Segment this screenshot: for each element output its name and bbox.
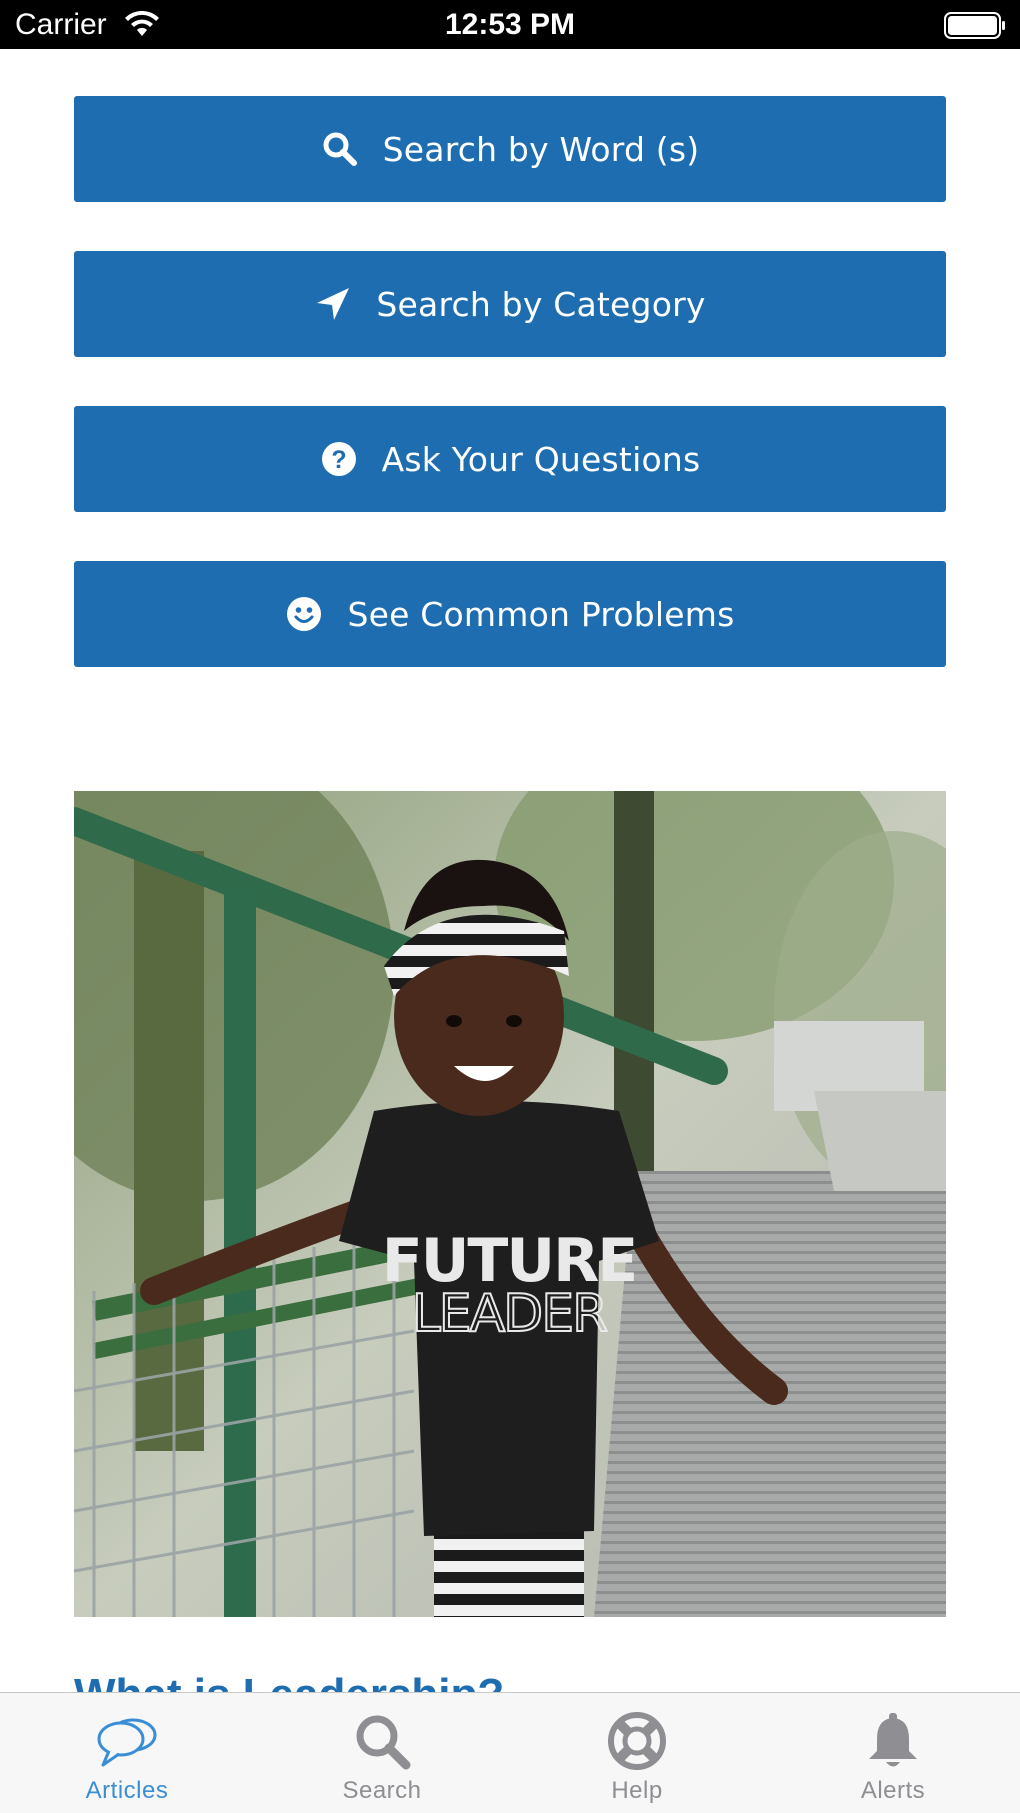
search-by-word-label: Search by Word (s) bbox=[382, 129, 700, 169]
search-by-category-label: Search by Category bbox=[376, 284, 706, 324]
tab-articles-label: Articles bbox=[85, 1777, 169, 1804]
bell-icon bbox=[861, 1711, 925, 1771]
tab-articles[interactable]: Articles bbox=[27, 1693, 227, 1813]
question-circle-icon: ? bbox=[320, 440, 358, 478]
svg-text:?: ? bbox=[331, 446, 346, 474]
tab-help-label: Help bbox=[611, 1777, 663, 1804]
tab-help[interactable]: Help bbox=[537, 1693, 737, 1813]
search-by-word-button[interactable]: Search by Word (s) bbox=[74, 96, 946, 202]
tab-search-label: Search bbox=[342, 1777, 422, 1804]
search-icon bbox=[321, 130, 359, 168]
battery-icon bbox=[944, 12, 1005, 39]
status-bar: Carrier 12:53 PM bbox=[0, 0, 1020, 49]
svg-text:LEADER: LEADER bbox=[412, 1284, 607, 1344]
search-by-category-button[interactable]: Search by Category bbox=[74, 251, 946, 357]
article-image[interactable]: FUTURE LEADER bbox=[74, 791, 946, 1617]
tab-alerts-label: Alerts bbox=[860, 1777, 926, 1804]
common-problems-button[interactable]: See Common Problems bbox=[74, 561, 946, 667]
location-arrow-icon bbox=[314, 285, 352, 323]
tab-search[interactable]: Search bbox=[282, 1693, 482, 1813]
chat-bubbles-icon bbox=[95, 1711, 159, 1771]
common-problems-label: See Common Problems bbox=[347, 594, 735, 634]
tab-bar: Articles Search Help Alerts bbox=[0, 1692, 1020, 1813]
search-icon bbox=[350, 1711, 414, 1771]
ask-questions-label: Ask Your Questions bbox=[381, 439, 701, 479]
app-screen: Carrier 12:53 PM Search by Word (s) Sear… bbox=[0, 0, 1020, 1813]
ask-questions-button[interactable]: ? Ask Your Questions bbox=[74, 406, 946, 512]
tab-alerts[interactable]: Alerts bbox=[793, 1693, 993, 1813]
smile-icon bbox=[285, 595, 323, 633]
lifebuoy-icon bbox=[605, 1711, 669, 1771]
article-photo: FUTURE LEADER bbox=[74, 791, 946, 1617]
status-time: 12:53 PM bbox=[444, 8, 576, 41]
